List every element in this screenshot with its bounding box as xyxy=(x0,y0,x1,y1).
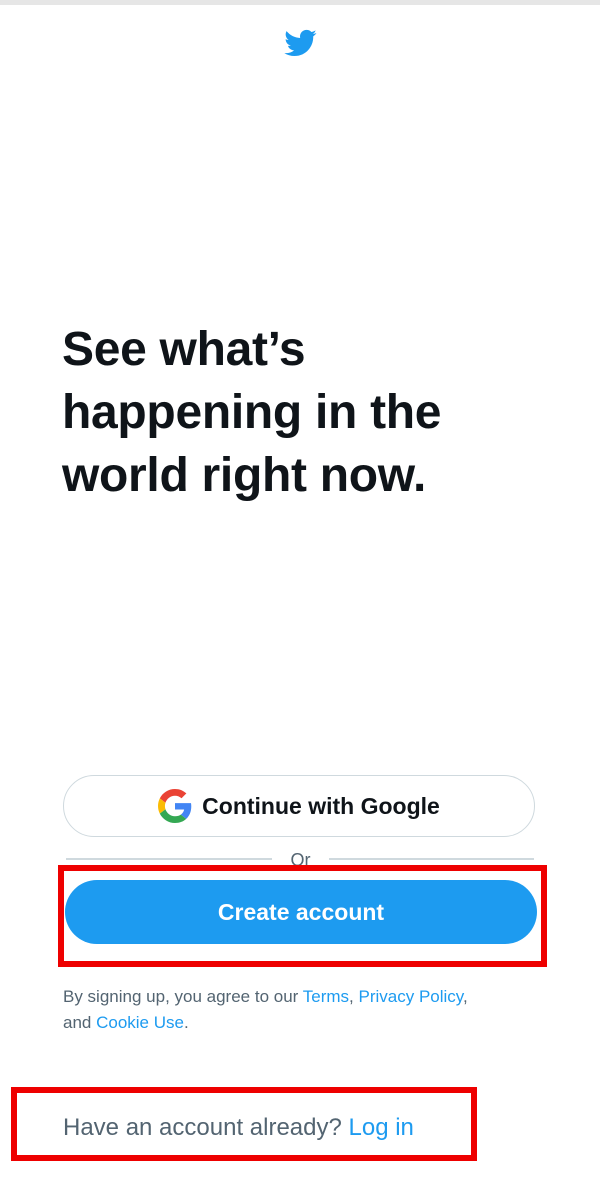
divider-or-label: Or xyxy=(290,850,311,870)
google-button-label: Continue with Google xyxy=(202,792,440,819)
page-title: See what’s happening in the world right … xyxy=(62,318,532,507)
create-account-button[interactable]: Create account xyxy=(65,880,537,944)
google-g-icon xyxy=(158,789,192,823)
legal-suffix: . xyxy=(183,1013,189,1032)
twitter-bird-icon xyxy=(284,29,317,57)
legal-notice: By signing up, you agree to our Terms, P… xyxy=(63,984,533,1036)
legal-middle: and xyxy=(63,1013,97,1032)
continue-with-google-button[interactable]: Continue with Google xyxy=(63,775,535,837)
login-prompt-text: Have an account already? xyxy=(63,1114,349,1141)
status-bar-strip xyxy=(0,0,600,5)
legal-separator-2: , xyxy=(463,987,468,1006)
cookie-use-link[interactable]: Cookie Use xyxy=(96,1013,184,1032)
welcome-screen: See what’s happening in the world right … xyxy=(0,0,600,1184)
login-prompt: Have an account already? Log in xyxy=(63,1110,414,1146)
legal-prefix: By signing up, you agree to our xyxy=(63,987,303,1006)
divider-line-right xyxy=(329,858,534,860)
headline-line-1: See what’s xyxy=(62,323,306,376)
terms-link[interactable]: Terms xyxy=(303,987,349,1006)
headline-line-3: world right now. xyxy=(62,449,427,502)
headline-line-2: happening in the xyxy=(62,386,442,439)
privacy-policy-link[interactable]: Privacy Policy xyxy=(358,987,463,1006)
log-in-link[interactable]: Log in xyxy=(349,1114,414,1141)
divider-line-left xyxy=(66,858,272,860)
